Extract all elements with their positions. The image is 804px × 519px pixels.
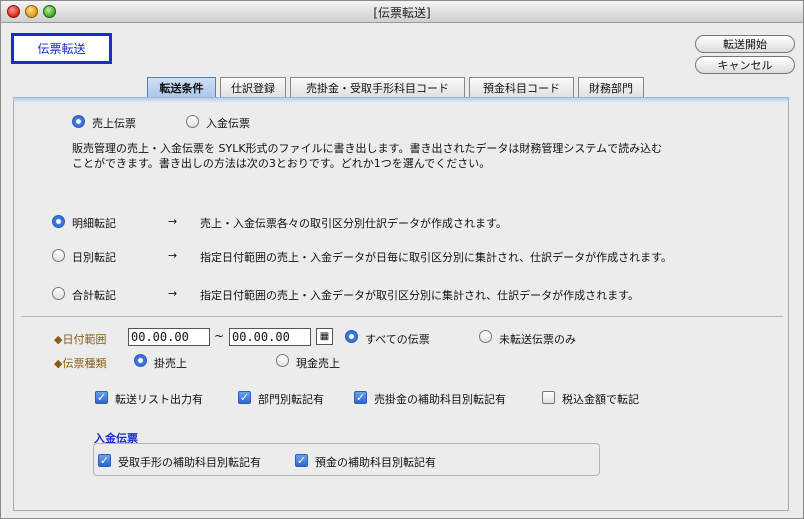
arrow-icon: → xyxy=(168,215,178,228)
date-to-field[interactable]: 00.00.00 xyxy=(229,328,311,346)
arrow-icon: → xyxy=(168,287,178,300)
window: [伝票転送] 伝票転送 転送開始 キャンセル 転送条件 仕訳登録 売掛金・受取手… xyxy=(0,0,804,519)
department-transfer-label: 部門別転記有 xyxy=(258,393,324,406)
transfer-conditions-panel: 売上伝票 入金伝票 販売管理の売上・入金伝票を SYLK形式のファイルに書き出し… xyxy=(13,102,789,511)
tax-inclusive-checkbox[interactable] xyxy=(542,391,555,404)
window-title: [伝票転送] xyxy=(373,6,431,20)
all-slips-radio[interactable] xyxy=(345,330,358,343)
sales-slip-label: 売上伝票 xyxy=(92,117,136,130)
tab-deposit-account-codes[interactable]: 預金科目コード xyxy=(469,77,574,98)
daily-transfer-desc: 指定日付範囲の売上・入金データが日毎に取引区分別に集計され、仕訳データが作成され… xyxy=(200,251,673,264)
section-divider xyxy=(21,316,783,317)
cancel-button[interactable]: キャンセル xyxy=(695,56,795,74)
untransferred-only-label: 未転送伝票のみ xyxy=(499,333,576,346)
total-transfer-label: 合計転記 xyxy=(72,289,116,302)
tab-receivable-account-codes[interactable]: 売掛金・受取手形科目コード xyxy=(290,77,465,98)
detail-transfer-label: 明細転記 xyxy=(72,217,116,230)
receivable-sub-account-label: 売掛金の補助科目別転記有 xyxy=(374,393,506,406)
description-line-2: ことができます。書き出しの方法は次の3とおりです。どれか1つを選んでください。 xyxy=(72,157,491,170)
all-slips-label: すべての伝票 xyxy=(365,333,430,346)
transfer-list-output-label: 転送リスト出力有 xyxy=(115,393,203,406)
notes-receivable-sub-account-label: 受取手形の補助科目別転記有 xyxy=(118,456,261,469)
calendar-icon[interactable]: ▦ xyxy=(316,328,333,345)
tab-finance-departments[interactable]: 財務部門 xyxy=(578,77,644,98)
tab-transfer-conditions[interactable]: 転送条件 xyxy=(147,77,216,98)
slip-type-label: ◆伝票種類 xyxy=(54,357,107,370)
daily-transfer-label: 日別転記 xyxy=(72,251,116,264)
screen-title-box: 伝票転送 xyxy=(11,33,112,64)
description-line-1: 販売管理の売上・入金伝票を SYLK形式のファイルに書き出します。書き出されたデ… xyxy=(72,142,663,155)
tax-inclusive-label: 税込金額で転記 xyxy=(562,393,639,406)
untransferred-only-radio[interactable] xyxy=(479,330,492,343)
notes-receivable-sub-account-checkbox[interactable]: ✓ xyxy=(98,454,111,467)
department-transfer-checkbox[interactable]: ✓ xyxy=(238,391,251,404)
receipt-slip-label: 入金伝票 xyxy=(206,117,250,130)
date-from-field[interactable]: 00.00.00 xyxy=(128,328,210,346)
cash-sales-label: 現金売上 xyxy=(296,357,340,370)
total-transfer-desc: 指定日付範囲の売上・入金データが取引区分別に集計され、仕訳データが作成されます。 xyxy=(200,289,640,302)
date-range-label: ◆日付範囲 xyxy=(54,333,107,346)
tab-bar: 転送条件 仕訳登録 売掛金・受取手形科目コード 預金科目コード 財務部門 xyxy=(147,77,648,98)
receivable-sub-account-checkbox[interactable]: ✓ xyxy=(354,391,367,404)
receipt-slip-radio[interactable] xyxy=(186,115,199,128)
cash-sales-radio[interactable] xyxy=(276,354,289,367)
credit-sales-label: 掛売上 xyxy=(154,357,187,370)
tab-journal-registration[interactable]: 仕訳登録 xyxy=(220,77,286,98)
sales-slip-radio[interactable] xyxy=(72,115,85,128)
daily-transfer-radio[interactable] xyxy=(52,249,65,262)
deposit-sub-account-checkbox[interactable]: ✓ xyxy=(295,454,308,467)
range-tilde: ~ xyxy=(214,329,225,343)
total-transfer-radio[interactable] xyxy=(52,287,65,300)
detail-transfer-radio[interactable] xyxy=(52,215,65,228)
title-bar: [伝票転送] xyxy=(1,1,803,23)
detail-transfer-desc: 売上・入金伝票各々の取引区分別仕訳データが作成されます。 xyxy=(200,217,507,230)
arrow-icon: → xyxy=(168,249,178,262)
transfer-list-output-checkbox[interactable]: ✓ xyxy=(95,391,108,404)
deposit-sub-account-label: 預金の補助科目別転記有 xyxy=(315,456,436,469)
start-transfer-button[interactable]: 転送開始 xyxy=(695,35,795,53)
credit-sales-radio[interactable] xyxy=(134,354,147,367)
